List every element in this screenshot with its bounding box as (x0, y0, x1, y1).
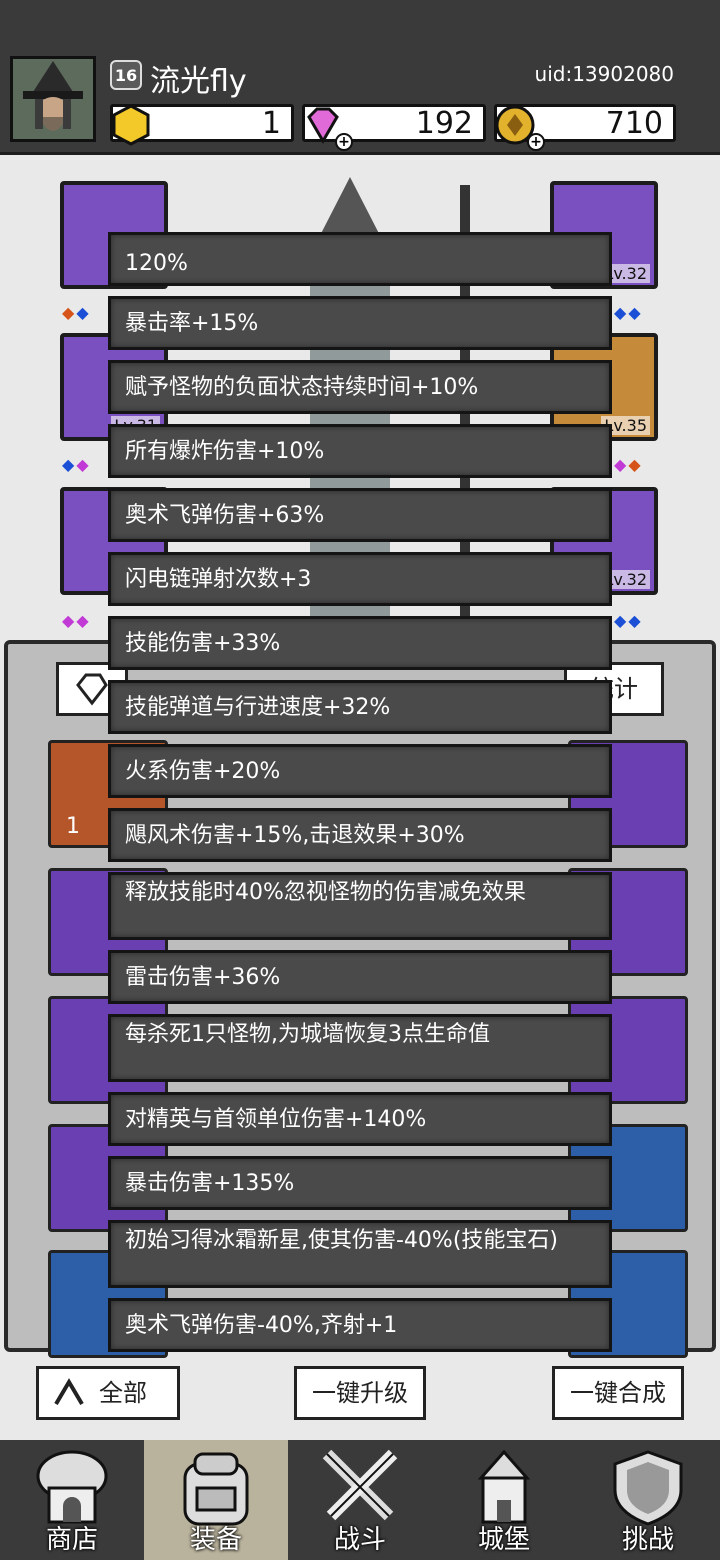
stat-item: 释放技能时40%忽视怪物的伤害减免效果 (108, 872, 612, 940)
diamond-value: 192 (415, 106, 473, 141)
boots-gems: ◆◆ (62, 611, 91, 630)
stat-text: 技能伤害+33% (125, 630, 281, 656)
amulet-gems: ◆◆ (614, 611, 643, 630)
top-bar: 16 流光fly uid:13902080 1 + 192 + 710 (0, 0, 720, 155)
stat-text: 奥术飞弹伤害+63% (125, 502, 325, 528)
player-name: 流光fly (150, 64, 247, 99)
stat-text: 闪电链弹射次数+3 (125, 566, 312, 592)
stat-item: 120% (108, 232, 612, 286)
backpack-icon (183, 1452, 249, 1526)
nav-castle[interactable]: 城堡 (432, 1440, 576, 1560)
stat-text: 奥术飞弹伤害-40%,齐射+1 (125, 1312, 398, 1338)
bottom-nav: 商店 装备 战斗 城堡 挑战 (0, 1440, 720, 1560)
stat-item: 初始习得冰霜新星,使其伤害-40%(技能宝石) (108, 1220, 612, 1288)
stat-item: 赋予怪物的负面状态持续时间+10% (108, 360, 612, 414)
stat-text: 飓风术伤害+15%,击退效果+30% (125, 822, 465, 848)
helmet-gems: ◆◆ (62, 303, 91, 322)
stat-text: 暴击伤害+135% (125, 1170, 295, 1196)
castle-tower-icon (477, 1449, 531, 1524)
stat-item: 奥术飞弹伤害-40%,齐射+1 (108, 1298, 612, 1352)
crossed-swords-icon (322, 1449, 398, 1521)
gold-hexagon-icon (112, 104, 150, 146)
wizard-portrait-icon (13, 59, 93, 139)
player-avatar[interactable] (10, 56, 96, 142)
nav-equipment[interactable]: 装备 (144, 1440, 288, 1560)
stat-item: 每杀死1只怪物,为城墙恢复3点生命值 (108, 1014, 612, 1082)
stat-item: 暴击率+15% (108, 296, 612, 350)
energy-value: 1 (261, 106, 281, 141)
nav-battle-label: 战斗 (333, 1525, 386, 1555)
nav-challenge-label: 挑战 (621, 1525, 674, 1555)
nav-challenge[interactable]: 挑战 (576, 1440, 720, 1560)
stat-text: 120% (125, 251, 188, 276)
nav-battle[interactable]: 战斗 (288, 1440, 432, 1560)
stat-item: 奥术飞弹伤害+63% (108, 488, 612, 542)
stat-text: 火系伤害+20% (125, 758, 281, 784)
stats-list[interactable]: 120% 暴击率+15% 赋予怪物的负面状态持续时间+10% 所有爆炸伤害+10… (108, 232, 612, 1400)
stat-item: 所有爆炸伤害+10% (108, 424, 612, 478)
stat-text: 对精英与首领单位伤害+140% (125, 1106, 427, 1132)
player-uid: uid:13902080 (534, 62, 674, 86)
stat-item: 暴击伤害+135% (108, 1156, 612, 1210)
stat-item: 雷击伤害+36% (108, 950, 612, 1004)
player-level-badge: 16 (110, 60, 142, 90)
add-coin-icon[interactable]: + (527, 133, 545, 151)
weapon-gems: ◆◆ (614, 303, 643, 322)
stat-item: 对精英与首领单位伤害+140% (108, 1092, 612, 1146)
add-diamond-icon[interactable]: + (335, 133, 353, 151)
stat-text: 初始习得冰霜新星,使其伤害-40%(技能宝石) (125, 1228, 558, 1253)
stat-text: 每杀死1只怪物,为城墙恢复3点生命值 (125, 1022, 490, 1047)
coin-counter[interactable]: + 710 (494, 104, 676, 151)
shop-hut-icon (36, 1450, 108, 1524)
coin-value: 710 (605, 106, 663, 141)
stat-text: 雷击伤害+36% (125, 964, 281, 990)
stat-text: 赋予怪物的负面状态持续时间+10% (125, 374, 479, 400)
diamond-counter[interactable]: + 192 (302, 104, 486, 151)
chevron-up-icon (54, 1378, 84, 1406)
stack-count: 1 (66, 814, 80, 839)
gem-outline-icon (76, 673, 108, 706)
ring-gems: ◆◆ (614, 455, 643, 474)
stat-item: 技能弹道与行进速度+32% (108, 680, 612, 734)
stat-text: 技能弹道与行进速度+32% (125, 694, 391, 720)
armor-gems: ◆◆ (62, 455, 91, 474)
stat-item: 飓风术伤害+15%,击退效果+30% (108, 808, 612, 862)
stat-item: 技能伤害+33% (108, 616, 612, 670)
stat-text: 释放技能时40%忽视怪物的伤害减免效果 (125, 880, 526, 905)
nav-castle-label: 城堡 (477, 1525, 530, 1555)
nav-shop-label: 商店 (45, 1525, 98, 1555)
nav-shop[interactable]: 商店 (0, 1440, 144, 1560)
shield-icon (613, 1450, 683, 1526)
nav-equipment-label: 装备 (189, 1525, 242, 1555)
stat-text: 所有爆炸伤害+10% (125, 438, 325, 464)
stat-text: 暴击率+15% (125, 310, 259, 336)
stat-item: 火系伤害+20% (108, 744, 612, 798)
energy-counter[interactable]: 1 (110, 104, 294, 146)
stat-item: 闪电链弹射次数+3 (108, 552, 612, 606)
